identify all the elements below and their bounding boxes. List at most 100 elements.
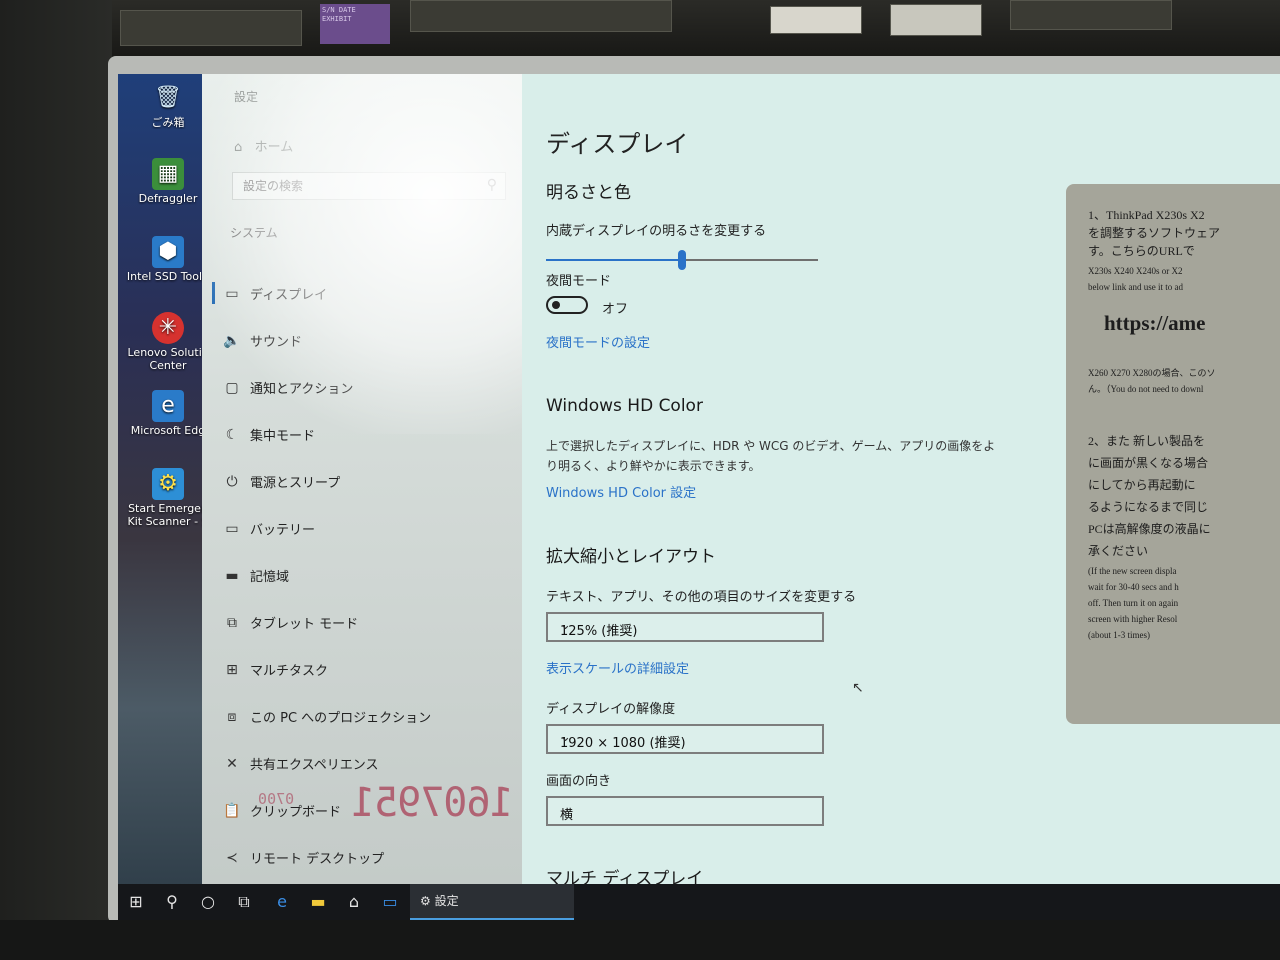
paper-line: を調整するソフトウェア <box>1088 226 1221 240</box>
power-icon: ⏻ <box>226 473 238 490</box>
nav-item-tablet[interactable]: ⧉ タブレット モード <box>214 599 510 646</box>
cortana-icon[interactable]: ○ <box>190 884 226 920</box>
nav-item-power[interactable]: ⏻ 電源とスリープ <box>214 458 510 505</box>
share-icon: ✕ <box>226 755 238 772</box>
paper-line: 1、ThinkPad X230s X2 <box>1088 208 1205 222</box>
hardware-label: S/N DATE EXHIBIT <box>320 4 390 44</box>
resolution-dropdown[interactable]: 1920 × 1080 (推奨) ⌄ <box>546 724 824 754</box>
paper-line: す。こちらのURLで <box>1088 244 1195 258</box>
search-icon[interactable]: ⚲ <box>487 177 497 193</box>
paper-line: wait for 30-40 secs and h <box>1088 582 1179 592</box>
taskbar-settings-app[interactable]: ⚙ 設定 <box>410 884 574 920</box>
paper-line: 承ください <box>1088 544 1149 558</box>
nav-item-label: 電源とスリープ <box>250 476 341 491</box>
paper-url: https://ame <box>1104 311 1206 335</box>
nav-item-storage[interactable]: ▬ 記憶域 <box>214 552 510 599</box>
file-explorer-icon[interactable]: ▬ <box>300 884 336 920</box>
clipboard-icon: 📋 <box>223 802 241 819</box>
chevron-down-icon: ⌄ <box>560 618 571 633</box>
desktop-icon-recycle-bin[interactable]: 🗑 ごみ箱 <box>122 82 214 129</box>
night-mode-label: 夜間モード <box>546 274 612 289</box>
task-view-icon[interactable]: ⧉ <box>226 884 262 920</box>
store-icon[interactable]: ⌂ <box>336 884 372 920</box>
hardware-sticker <box>770 6 862 34</box>
toggle-knob <box>552 301 560 309</box>
mail-icon[interactable]: ▭ <box>372 884 408 920</box>
page-title: ディスプレイ <box>546 130 689 158</box>
desktop-icon-edge[interactable]: e Microsoft Edg <box>122 390 214 437</box>
scale-dropdown[interactable]: 125% (推奨) ⌄ <box>546 612 824 642</box>
scale-label: テキスト、アプリ、その他の項目のサイズを変更する <box>546 590 857 605</box>
desktop-icon-label: Center <box>149 359 187 372</box>
gear-icon: ⚙ <box>420 894 431 908</box>
advanced-scaling-link[interactable]: 表示スケールの詳細設定 <box>546 658 689 677</box>
home-label: ホーム <box>254 140 294 155</box>
nav-item-projection[interactable]: ⧈ この PC へのプロジェクション <box>214 693 510 740</box>
hd-color-settings-link[interactable]: Windows HD Color 設定 <box>546 482 696 501</box>
battery-icon: ▭ <box>225 520 239 537</box>
nav-item-label: タブレット モード <box>250 617 359 632</box>
slider-thumb[interactable] <box>678 250 686 270</box>
resolution-label: ディスプレイの解像度 <box>546 702 676 717</box>
brightness-slider[interactable] <box>546 250 818 270</box>
nav-item-label: 記憶域 <box>250 570 290 585</box>
nav-item-notifications[interactable]: ▢ 通知とアクション <box>214 364 510 411</box>
chevron-down-icon: ⌄ <box>560 730 571 745</box>
orientation-label: 画面の向き <box>546 774 612 789</box>
monitor-icon: ▭ <box>225 285 239 302</box>
nav-item-remote[interactable]: ≺ リモート デスクトップ <box>214 834 510 881</box>
app-title: 設定 <box>234 90 259 104</box>
night-mode-settings-link[interactable]: 夜間モードの設定 <box>546 332 650 351</box>
desktop-icon-intel-ssd[interactable]: ⬢ Intel SSD Toolb <box>122 236 214 283</box>
home-link[interactable]: ⌂ ホーム <box>234 136 293 155</box>
multitask-icon: ⊞ <box>226 661 238 678</box>
night-mode-toggle[interactable] <box>546 296 588 314</box>
night-mode-state: オフ <box>602 302 629 317</box>
hd-color-heading: Windows HD Color <box>546 396 703 416</box>
projection-icon: ⧈ <box>227 708 237 725</box>
storage-icon: ▬ <box>225 567 239 584</box>
paper-line: に画面が黒くなる場合 <box>1088 456 1209 470</box>
desktop-icon-label: Intel SSD Toolb <box>126 270 210 283</box>
nav-item-label: リモート デスクトップ <box>250 852 385 867</box>
brightness-heading: 明るさと色 <box>546 183 631 203</box>
hardware-part <box>1010 0 1172 30</box>
paper-line: off. Then turn it on again <box>1088 598 1179 608</box>
nav-item-label: この PC へのプロジェクション <box>250 711 432 726</box>
moon-icon: ☾ <box>225 426 239 443</box>
desktop-icon-label: Start Emergen <box>128 502 208 515</box>
paper-line: X260 X270 X280の場合、このソ <box>1088 368 1216 378</box>
scanner-icon: ⚙ <box>152 468 184 500</box>
search-icon[interactable]: ⚲ <box>154 884 190 920</box>
nav-item-sound[interactable]: 🔈 サウンド <box>214 317 510 364</box>
slider-fill <box>546 259 682 261</box>
nav-item-multitask[interactable]: ⊞ マルチタスク <box>214 646 510 693</box>
desktop-icon-defraggler[interactable]: ▦ Defraggler <box>122 158 214 205</box>
paper-line: るようになるまで同じ <box>1088 500 1209 514</box>
desktop-icon-scanner[interactable]: ⚙ Start Emergen Kit Scanner - S <box>122 468 214 528</box>
paper-line: X230s X240 X240s or X2 <box>1088 266 1183 276</box>
desktop-icon-label: Microsoft Edg <box>130 424 206 437</box>
nav-item-battery[interactable]: ▭ バッテリー <box>214 505 510 552</box>
windows-start-icon[interactable]: ⊞ <box>118 884 154 920</box>
hd-color-description: 上で選択したディスプレイに、HDR や WCG のビデオ、ゲーム、アプリの画像を… <box>546 439 996 473</box>
stamp-small: 0700 <box>258 790 295 808</box>
lenovo-icon: ✳ <box>152 312 184 344</box>
hardware-left <box>0 0 112 960</box>
search-input[interactable] <box>233 173 483 199</box>
speaker-icon: 🔈 <box>223 332 241 349</box>
paper-line: (about 1-3 times) <box>1088 630 1150 640</box>
edge-icon[interactable]: e <box>264 884 300 920</box>
recycle-bin-icon: 🗑 <box>154 85 182 110</box>
section-label: システム <box>230 226 278 240</box>
settings-search[interactable]: ⚲ <box>232 172 506 200</box>
orientation-dropdown[interactable]: 横 ⌄ <box>546 796 824 826</box>
paper-instructions: 1、ThinkPad X230s X2 を調整するソフトウェア す。こちらのUR… <box>1066 184 1280 724</box>
nav-item-display[interactable]: ▭ ディスプレイ <box>212 270 510 317</box>
desktop-icon-lenovo[interactable]: ✳ Lenovo Solutio Center <box>122 312 214 372</box>
hardware-part <box>410 0 672 32</box>
nav-item-focus[interactable]: ☾ 集中モード <box>214 411 510 458</box>
scale-layout-heading: 拡大縮小とレイアウト <box>546 547 716 567</box>
desktop-icon-label: Kit Scanner - S <box>127 515 209 528</box>
desktop-icon-label: Defraggler <box>138 192 198 205</box>
